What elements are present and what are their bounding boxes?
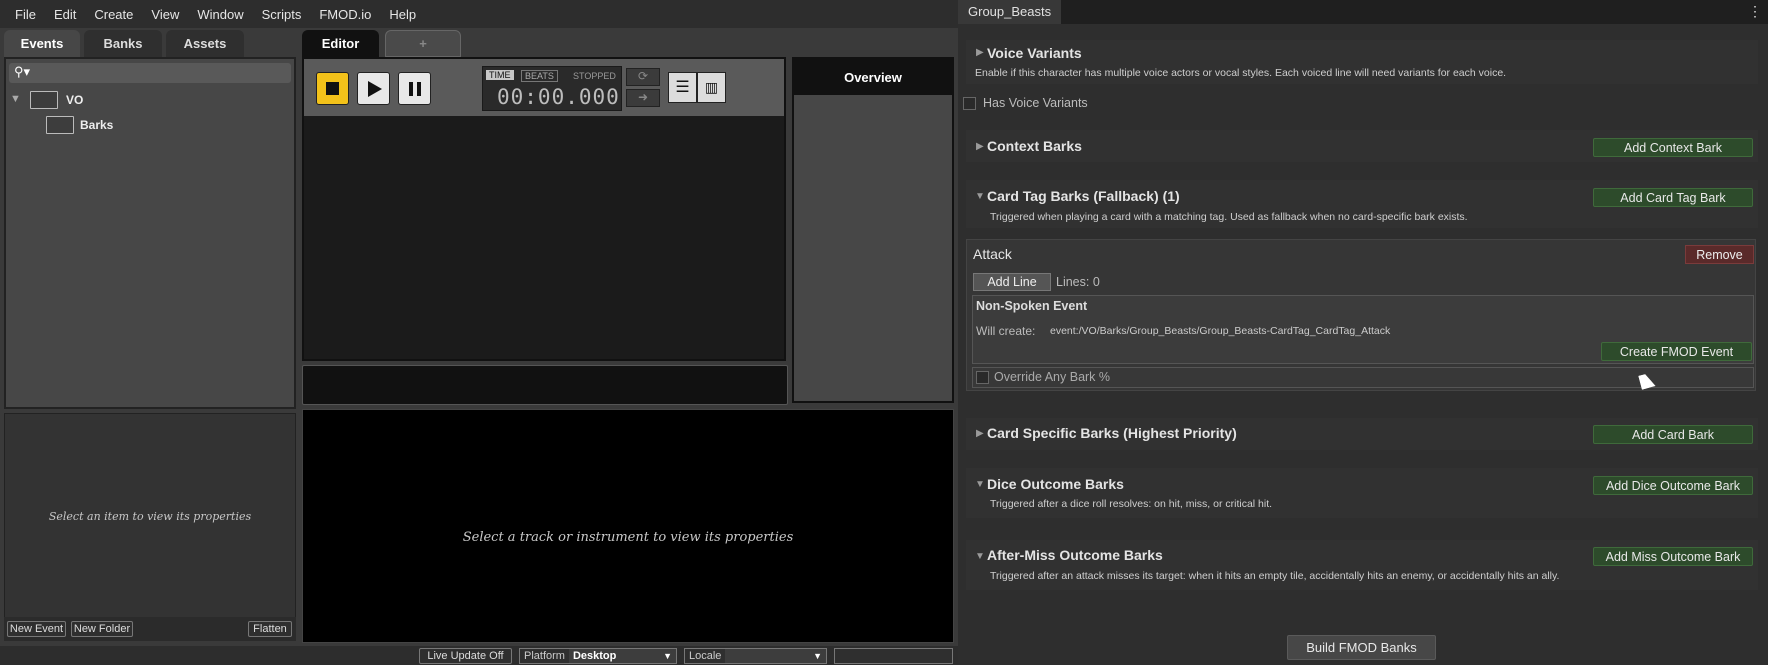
bark-entry-name: Attack (973, 246, 1012, 262)
timecode: 00:00.000 (497, 85, 620, 109)
menu-view[interactable]: View (142, 7, 188, 22)
more-menu-icon[interactable]: ⋮ (1748, 3, 1762, 20)
menu-help[interactable]: Help (380, 7, 425, 22)
locale-label: Locale (685, 649, 726, 663)
expand-triangle-icon[interactable]: ▼ (975, 479, 985, 490)
card-tag-barks-title[interactable]: Card Tag Barks (Fallback) (1) (987, 188, 1180, 204)
expand-triangle-icon[interactable]: ▼ (975, 551, 985, 562)
overview-panel: Overview (792, 57, 954, 403)
tab-banks[interactable]: Banks (84, 30, 162, 57)
pause-icon (408, 81, 421, 96)
voice-variants-title[interactable]: Voice Variants (987, 45, 1082, 61)
locale-select[interactable]: Locale ▼ (684, 648, 827, 664)
panel-title: Group_Beasts (958, 0, 1062, 24)
tree-label-barks: Barks (80, 118, 114, 132)
deck-panel: Select a track or instrument to view its… (302, 409, 954, 643)
properties-placeholder: Select an item to view its properties (48, 510, 252, 523)
menu-fmod-io[interactable]: FMOD.io (310, 7, 380, 22)
time-display: TIME BEATS STOPPED 00:00.000 (482, 66, 622, 111)
add-dice-outcome-bark-button[interactable]: Add Dice Outcome Bark (1593, 476, 1753, 495)
collapse-triangle-icon[interactable]: ▶ (976, 141, 984, 152)
after-miss-barks-title[interactable]: After-Miss Outcome Barks (987, 547, 1163, 563)
dice-outcome-desc: Triggered after a dice roll resolves: on… (990, 498, 1273, 510)
has-voice-variants-checkbox[interactable] (963, 97, 976, 110)
transport-state: STOPPED (573, 71, 616, 81)
panel-header: Group_Beasts ⋮ (958, 0, 1768, 24)
tab-editor[interactable]: Editor (302, 30, 379, 57)
overview-title: Overview (794, 59, 952, 95)
stop-icon (326, 82, 339, 95)
build-fmod-banks-button[interactable]: Build FMOD Banks (1287, 635, 1436, 660)
platform-select[interactable]: Platform Desktop ▼ (519, 648, 677, 664)
after-miss-desc: Triggered after an attack misses its tar… (990, 570, 1560, 582)
status-field (834, 648, 953, 664)
will-create-label: Will create: (976, 324, 1036, 338)
override-checkbox[interactable] (976, 371, 989, 384)
event-browser: ⚲▾ ▼ VO Barks (4, 57, 296, 409)
lines-count: Lines: 0 (1056, 275, 1100, 289)
menu-file[interactable]: File (6, 7, 45, 22)
remove-button[interactable]: Remove (1685, 245, 1754, 264)
pause-button[interactable] (398, 72, 431, 105)
loop-icon[interactable]: ⟳ (626, 68, 660, 86)
new-folder-button[interactable]: New Folder (71, 621, 133, 637)
has-voice-variants-label: Has Voice Variants (983, 96, 1088, 110)
time-mode-button[interactable]: TIME (486, 70, 514, 80)
menu-create[interactable]: Create (85, 7, 142, 22)
beats-mode-button[interactable]: BEATS (521, 70, 558, 82)
platform-value: Desktop (568, 649, 660, 663)
editor-area: TIME BEATS STOPPED 00:00.000 ⟳ ➜ ☰ ▥ (302, 57, 786, 361)
new-event-button[interactable]: New Event (7, 621, 66, 637)
dice-outcome-barks-title[interactable]: Dice Outcome Barks (987, 476, 1124, 492)
add-card-bark-button[interactable]: Add Card Bark (1593, 425, 1753, 444)
event-path: event:/VO/Barks/Group_Beasts/Group_Beast… (1050, 325, 1391, 337)
add-context-bark-button[interactable]: Add Context Bark (1593, 138, 1753, 157)
add-line-button[interactable]: Add Line (973, 273, 1051, 291)
stop-button[interactable] (316, 72, 349, 105)
tab-events[interactable]: Events (4, 30, 80, 57)
expand-triangle-icon[interactable]: ▼ (975, 191, 985, 202)
platform-label: Platform (520, 649, 569, 663)
card-tag-barks-desc: Triggered when playing a card with a mat… (990, 211, 1468, 223)
nonspoken-title: Non-Spoken Event (976, 299, 1088, 313)
menu-scripts[interactable]: Scripts (253, 7, 311, 22)
search-icon: ⚲▾ (14, 64, 31, 79)
menu-edit[interactable]: Edit (45, 7, 85, 22)
tree-label-vo: VO (66, 93, 84, 107)
search-input[interactable]: ⚲▾ (9, 63, 291, 83)
follow-icon[interactable]: ➜ (626, 89, 660, 107)
create-fmod-event-button[interactable]: Create FMOD Event (1601, 342, 1752, 361)
timeline-strip (302, 365, 788, 405)
chevron-down-icon: ▼ (659, 649, 676, 663)
track-placeholder: Select a track or instrument to view its… (462, 530, 794, 545)
expand-triangle-icon[interactable]: ▼ (10, 93, 21, 105)
add-miss-outcome-bark-button[interactable]: Add Miss Outcome Bark (1593, 547, 1753, 566)
chevron-down-icon: ▼ (809, 649, 826, 663)
override-label: Override Any Bark % (994, 370, 1111, 384)
menu-bar: File Edit Create View Window Scripts FMO… (0, 0, 958, 28)
folder-icon (46, 116, 74, 134)
voice-variants-desc: Enable if this character has multiple vo… (975, 67, 1507, 79)
menu-window[interactable]: Window (188, 7, 252, 22)
folder-icon (30, 91, 58, 109)
context-barks-title[interactable]: Context Barks (987, 138, 1082, 154)
fmod-studio-window: File Edit Create View Window Scripts FMO… (0, 0, 958, 665)
flatten-button[interactable]: Flatten (248, 621, 292, 637)
play-button[interactable] (357, 72, 390, 105)
tab-add[interactable]: + (385, 30, 461, 57)
play-icon (368, 80, 382, 97)
properties-panel: Select an item to view its properties (4, 413, 296, 639)
tree-item-barks[interactable]: Barks (6, 116, 294, 136)
card-specific-barks-title[interactable]: Card Specific Barks (Highest Priority) (987, 425, 1237, 441)
list-view-icon[interactable]: ☰ (668, 72, 697, 103)
tab-assets[interactable]: Assets (166, 30, 244, 57)
tree-item-vo[interactable]: ▼ VO (6, 91, 294, 111)
collapse-triangle-icon[interactable]: ▶ (976, 428, 984, 439)
live-update-button[interactable]: Live Update Off (419, 648, 512, 664)
add-card-tag-bark-button[interactable]: Add Card Tag Bark (1593, 188, 1753, 207)
collapse-triangle-icon[interactable]: ▶ (976, 47, 984, 58)
grid-view-icon[interactable]: ▥ (697, 72, 726, 103)
